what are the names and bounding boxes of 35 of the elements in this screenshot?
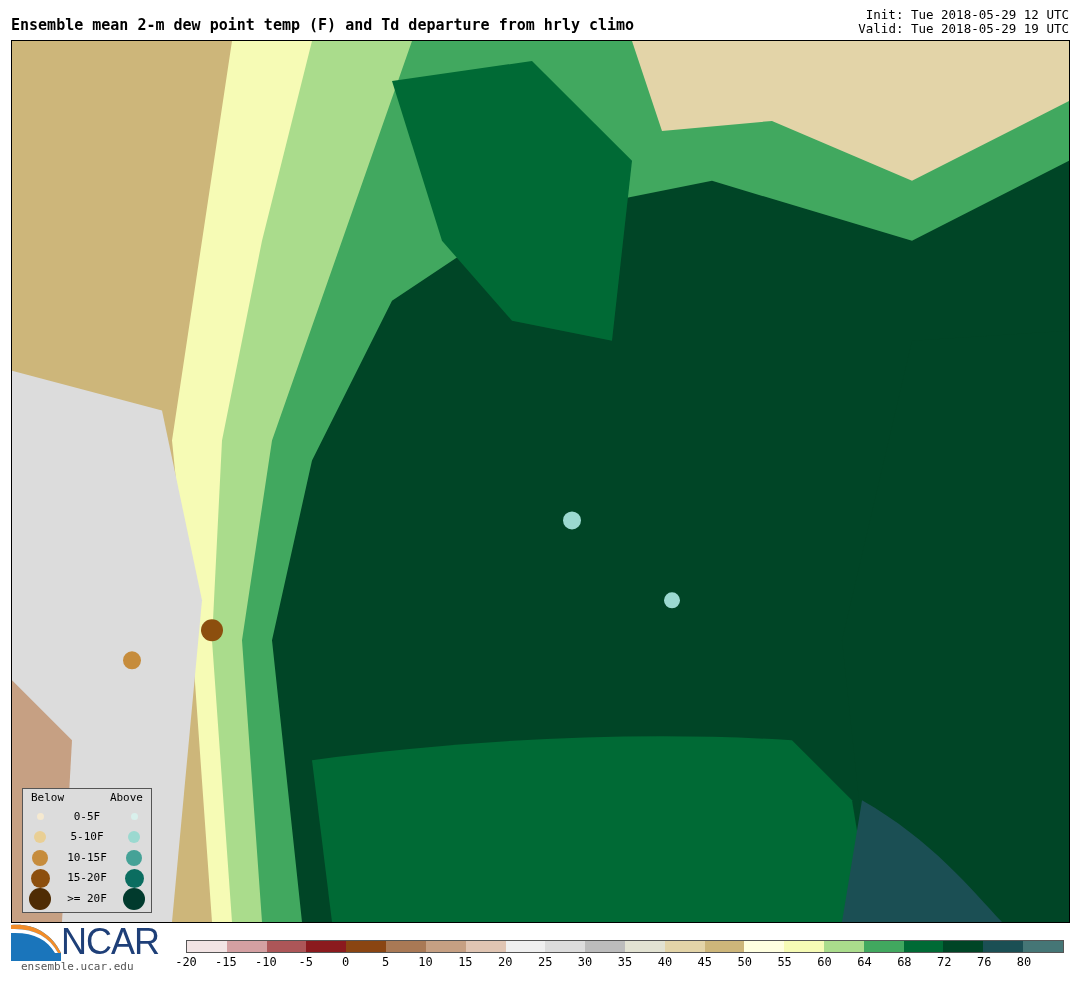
tick-label: 0 xyxy=(342,954,350,971)
swoosh-icon xyxy=(11,923,61,961)
valid-time: Valid: Tue 2018-05-29 19 UTC xyxy=(858,22,1069,36)
tick-label: 80 xyxy=(1016,954,1032,971)
tick-label: -15 xyxy=(215,954,237,971)
tick-label: 55 xyxy=(777,954,792,971)
tick-label: 30 xyxy=(577,954,593,971)
tick-label: 60 xyxy=(817,954,832,971)
legend-heading: Below xyxy=(31,790,65,806)
tick-label: -20 xyxy=(175,954,197,971)
tick-label: 68 xyxy=(897,954,912,971)
legend-label: 0-5F xyxy=(72,808,102,825)
tick-label: -10 xyxy=(254,954,277,971)
tick-label: 64 xyxy=(857,954,872,971)
tick-label: 50 xyxy=(737,954,752,971)
tick-label: -5 xyxy=(298,954,313,971)
tick-label: 45 xyxy=(697,954,713,971)
tick-label: 76 xyxy=(976,954,992,971)
site-url: ensemble.ucar.edu xyxy=(21,961,135,973)
tick-label: 25 xyxy=(537,954,553,971)
init-time: Init: Tue 2018-05-29 12 UTC xyxy=(864,8,1069,22)
tick-label: 15 xyxy=(458,954,473,971)
tick-label: 5 xyxy=(381,954,390,971)
tick-label: 72 xyxy=(937,954,952,971)
legend-label: 5-10F xyxy=(69,829,105,845)
logo-text: NCAR xyxy=(61,924,159,960)
legend-label: >= 20F xyxy=(66,890,108,907)
tick-label: 10 xyxy=(418,954,433,971)
tick-label: 35 xyxy=(617,954,633,971)
legend-label: 10-15F xyxy=(66,849,108,866)
legend-label: 15-20F xyxy=(66,870,108,886)
tick-label: 40 xyxy=(657,954,673,971)
tick-label: 20 xyxy=(498,954,513,971)
legend-heading: Above xyxy=(109,790,143,806)
chart-title: Ensemble mean 2-m dew point temp (F) and Td departure from hrly climo xyxy=(11,15,635,36)
